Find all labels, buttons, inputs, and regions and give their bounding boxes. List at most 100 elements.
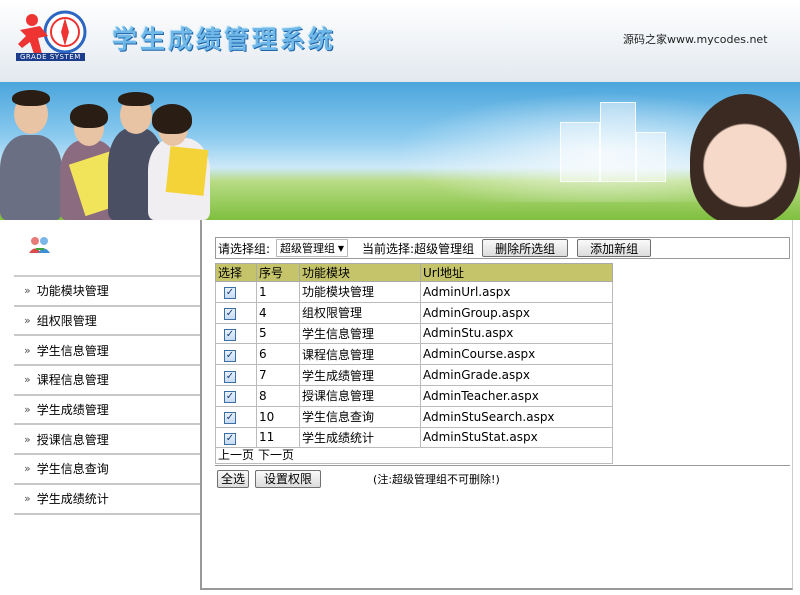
- person-figure: [0, 135, 62, 220]
- select-all-button[interactable]: 全选: [217, 469, 250, 488]
- action-bar: 全选 设置权限 (注:超级管理组不可删除!): [215, 465, 790, 491]
- double-chevron-right-icon: »: [24, 343, 31, 357]
- id-cell: 4: [256, 301, 300, 324]
- row-checkbox[interactable]: ✓: [224, 308, 236, 321]
- double-chevron-right-icon: »: [24, 462, 31, 476]
- double-chevron-right-icon: »: [24, 432, 31, 446]
- id-cell: 10: [256, 405, 300, 428]
- id-cell: 8: [256, 384, 300, 407]
- table-row: ✓ 5 学生信息管理 AdminStu.aspx: [215, 322, 613, 345]
- column-header-module: 功能模块: [299, 263, 421, 282]
- sidebar-item-label: 学生成绩管理: [36, 403, 109, 418]
- url-cell: AdminCourse.aspx: [420, 343, 613, 366]
- sidebar-item-label: 授课信息管理: [36, 432, 109, 447]
- pager: 上一页 下一页: [215, 445, 613, 464]
- sidebar-item-label: 功能模块管理: [36, 284, 109, 299]
- delete-group-button[interactable]: 删除所选组: [482, 239, 569, 257]
- sidebar-item-label: 课程信息管理: [36, 373, 109, 388]
- table-row: ✓ 8 授课信息管理 AdminTeacher.aspx: [215, 384, 613, 407]
- sidebar-item-label: 组权限管理: [36, 314, 97, 329]
- source-site-link[interactable]: 源码之家www.mycodes.net: [623, 31, 768, 47]
- table-row: ✓ 4 组权限管理 AdminGroup.aspx: [215, 301, 613, 324]
- sidebar-item-student-grade[interactable]: » 学生成绩管理: [14, 395, 200, 426]
- sidebar-item-label: 学生信息查询: [36, 462, 109, 477]
- id-cell: 7: [256, 364, 300, 386]
- dropdown-arrow-icon: ▼: [337, 243, 345, 253]
- module-cell: 功能模块管理: [299, 281, 421, 303]
- table-row: ✓ 1 功能模块管理 AdminUrl.aspx: [215, 281, 613, 303]
- person-hair: [70, 104, 108, 128]
- group-toolbar: 请选择组: 超级管理组 ▼ 当前选择:超级管理组 删除所选组 添加新组: [215, 237, 790, 259]
- permission-table: 选择 序号 功能模块 Url地址 ✓ 1 功能模块管理 AdminUrl.asp…: [215, 263, 613, 449]
- url-cell: AdminStuSearch.aspx: [420, 405, 613, 428]
- row-checkbox[interactable]: ✓: [224, 328, 236, 341]
- url-cell: AdminUrl.aspx: [420, 281, 613, 303]
- sidebar-item-label: 学生信息管理: [36, 343, 109, 358]
- select-cell: ✓: [215, 343, 257, 366]
- url-cell: AdminGrade.aspx: [420, 364, 613, 386]
- select-group-label: 请选择组:: [218, 241, 271, 256]
- table-header-row: 选择 序号 功能模块 Url地址: [215, 263, 613, 282]
- sidebar-item-student-query[interactable]: » 学生信息查询: [14, 455, 200, 485]
- group-select-value: 超级管理组: [280, 242, 336, 255]
- select-cell: ✓: [215, 322, 257, 345]
- sidebar-item-group-permission[interactable]: » 组权限管理: [14, 306, 200, 337]
- banner-image: [0, 82, 800, 220]
- table-row: ✓ 7 学生成绩管理 AdminGrade.aspx: [215, 364, 613, 386]
- id-cell: 6: [256, 343, 300, 366]
- double-chevron-right-icon: »: [24, 403, 31, 417]
- url-cell: AdminGroup.aspx: [420, 301, 613, 324]
- table-row: ✓ 10 学生信息查询 AdminStuSearch.aspx: [215, 405, 613, 428]
- module-cell: 组权限管理: [299, 301, 421, 324]
- app-header: GRADE SYSTEM 学生成绩管理系统 源码之家www.mycodes.ne…: [0, 0, 800, 82]
- system-title: 学生成绩管理系统: [112, 25, 337, 54]
- sidebar-item-function-module[interactable]: » 功能模块管理: [14, 277, 200, 307]
- module-cell: 授课信息管理: [299, 384, 421, 407]
- module-cell: 学生信息查询: [299, 405, 421, 428]
- double-chevron-right-icon: »: [24, 284, 31, 298]
- row-checkbox[interactable]: ✓: [224, 287, 236, 300]
- module-cell: 课程信息管理: [299, 343, 421, 366]
- sidebar-item-teaching-info[interactable]: » 授课信息管理: [14, 425, 200, 456]
- select-cell: ✓: [215, 364, 257, 386]
- row-checkbox[interactable]: ✓: [224, 370, 236, 383]
- sidebar-item-label: 学生成绩统计: [36, 492, 109, 507]
- url-cell: AdminStu.aspx: [420, 322, 613, 345]
- column-header-id: 序号: [256, 263, 300, 282]
- module-cell: 学生成绩管理: [299, 364, 421, 386]
- select-cell: ✓: [215, 384, 257, 407]
- sidebar-item-grade-stats[interactable]: » 学生成绩统计: [14, 484, 200, 515]
- main-panel: 请选择组: 超级管理组 ▼ 当前选择:超级管理组 删除所选组 添加新组 选择 序…: [200, 220, 793, 590]
- building-graphic: [600, 102, 636, 182]
- sidebar-item-student-info[interactable]: » 学生信息管理: [14, 336, 200, 367]
- users-icon: [29, 237, 50, 253]
- module-cell: 学生信息管理: [299, 322, 421, 345]
- double-chevron-right-icon: »: [24, 492, 31, 506]
- column-header-select: 选择: [215, 263, 257, 282]
- set-permission-button[interactable]: 设置权限: [255, 469, 322, 488]
- row-checkbox[interactable]: ✓: [224, 432, 236, 445]
- column-header-url: Url地址: [420, 263, 613, 282]
- row-checkbox[interactable]: ✓: [224, 349, 236, 362]
- row-checkbox[interactable]: ✓: [224, 391, 236, 404]
- double-chevron-right-icon: »: [24, 373, 31, 387]
- select-cell: ✓: [215, 281, 257, 303]
- id-cell: 1: [256, 281, 300, 303]
- double-chevron-right-icon: »: [24, 314, 31, 328]
- prev-page-link[interactable]: 上一页: [218, 446, 254, 463]
- sidebar: » 功能模块管理 » 组权限管理 » 学生信息管理 » 课程信息管理 » 学生成绩管理 »…: [0, 220, 200, 595]
- building-graphic: [560, 122, 600, 182]
- group-select[interactable]: 超级管理组 ▼: [276, 239, 349, 257]
- sidebar-item-course-info[interactable]: » 课程信息管理: [14, 366, 200, 396]
- row-checkbox[interactable]: ✓: [224, 412, 236, 425]
- current-group-label: 当前选择:超级管理组: [362, 241, 475, 256]
- id-cell: 5: [256, 322, 300, 345]
- sidebar-menu: » 功能模块管理 » 组权限管理 » 学生信息管理 » 课程信息管理 » 学生成绩管理 »…: [14, 275, 200, 515]
- add-group-button[interactable]: 添加新组: [577, 239, 652, 257]
- select-cell: ✓: [215, 301, 257, 324]
- person-hair: [152, 104, 192, 134]
- yellow-folder: [165, 146, 209, 196]
- next-page-link[interactable]: 下一页: [258, 446, 294, 463]
- note-text: (注:超级管理组不可删除!): [373, 472, 500, 486]
- logo-text: GRADE SYSTEM: [16, 53, 85, 61]
